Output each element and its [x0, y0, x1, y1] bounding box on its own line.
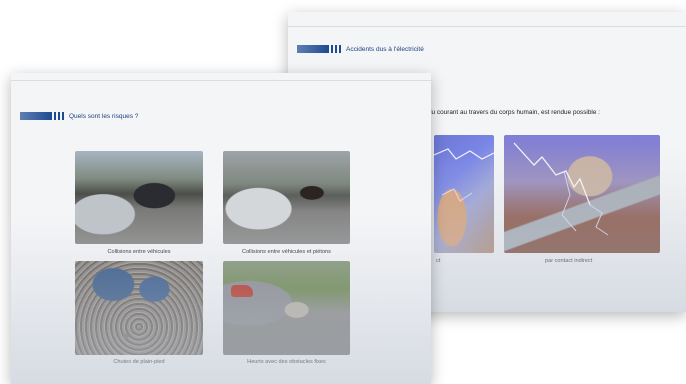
photo-caption: Chutes de plain-pied — [113, 359, 165, 365]
slide-subtitle: du courant au travers du corps humain, e… — [428, 109, 600, 116]
photo-caption: Collisions entre véhicules et piétons — [242, 249, 331, 255]
photo-caption: Heurts avec des obstacles fixes — [247, 359, 326, 365]
slide-top-rule — [11, 80, 431, 81]
photo-caption: par contact indirect — [545, 258, 593, 264]
photo-caption: ct — [436, 258, 441, 264]
pedestrian-collision-photo — [223, 151, 350, 244]
car-collision-photo — [75, 151, 203, 244]
title-bar-icon — [297, 45, 341, 53]
slide-header: Quels sont les risques ? — [20, 112, 138, 120]
electric-shock-direct-photo — [434, 135, 494, 253]
slide-title: Accidents dus à l'électricité — [346, 45, 424, 53]
photo-caption: Collisions entre véhicules — [107, 249, 171, 255]
slide-risks: Quels sont les risques ? Collisions entr… — [11, 73, 431, 384]
slide-title: Quels sont les risques ? — [69, 112, 139, 120]
title-bar-icon — [20, 112, 64, 120]
car-taillight — [231, 285, 253, 297]
slide-top-rule — [288, 26, 686, 27]
slide-header: Accidents dus à l'électricité — [297, 45, 424, 53]
fall-photo — [75, 261, 203, 355]
fixed-obstacle-photo — [223, 261, 350, 355]
electric-shock-indirect-photo — [504, 135, 660, 253]
